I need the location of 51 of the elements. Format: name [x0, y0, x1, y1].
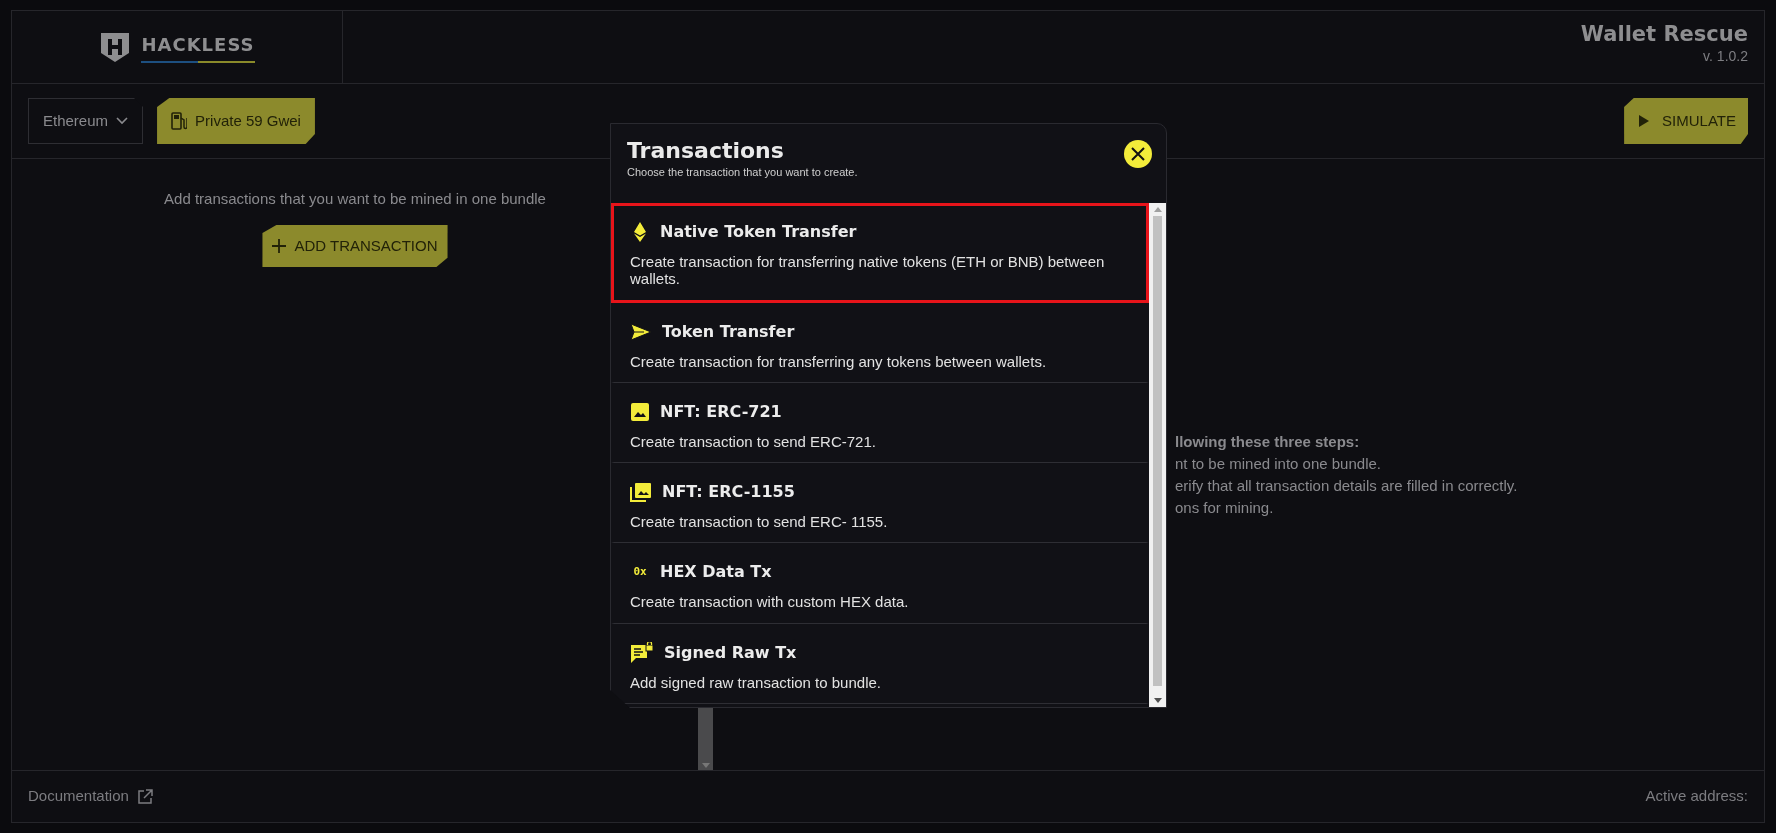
scrollbar[interactable] [1149, 203, 1166, 707]
option-description: Create transaction for transferring native tokens (ETH or BNB) between wallets. [630, 253, 1106, 288]
transaction-option[interactable]: Token Transfer Create transaction for transferring any tokens between wallets. [611, 302, 1149, 383]
option-description: Add signed raw transaction to bundle. [630, 673, 882, 691]
transaction-option[interactable]: Signed Raw Tx Add signed raw transaction to bundle. [611, 623, 1149, 704]
option-title: HEX Data Tx [660, 561, 772, 584]
play-icon [1638, 115, 1651, 127]
app-title: Wallet Rescue [1580, 23, 1748, 47]
step-text: ons for mining. [1175, 498, 1275, 518]
transaction-option[interactable]: NFT: ERC-721 Create transaction to send ERC-721. [611, 382, 1149, 463]
logo-text: HACKLESS [141, 31, 255, 63]
step-text: erify that all transaction details are filled in correctly. [1175, 476, 1519, 496]
documentation-link[interactable]: Documentation [28, 785, 153, 808]
chevron-down-icon [116, 117, 129, 125]
scroll-down-icon [701, 763, 710, 768]
note-lock-icon [630, 641, 654, 664]
scroll-up-icon [1153, 207, 1162, 212]
external-link-icon [136, 788, 153, 805]
active-address-label: Active address: [1645, 786, 1748, 807]
option-description: Create transaction to send ERC-721. [630, 432, 877, 450]
close-icon [1131, 147, 1145, 161]
simulate-button[interactable]: SIMULATE [1624, 97, 1748, 145]
option-description: Create transaction with custom HEX data. [630, 593, 910, 611]
option-description: Create transaction to send ERC- 1155. [630, 513, 889, 531]
hint-text: Add transactions that you want to be mined in one bundle [164, 189, 546, 209]
add-transaction-button[interactable]: ADD TRANSACTION [262, 224, 448, 267]
scroll-down-icon [1153, 698, 1162, 703]
dialog-subtitle: Choose the transaction that you want to create. [627, 165, 858, 181]
shield-logo-icon [99, 31, 132, 63]
transaction-option[interactable]: NFT: ERC-1155 Create transaction to send ERC- 1155. [611, 463, 1149, 544]
transaction-option[interactable]: Native Token Transfer Create transaction for transferring native tokens (ETH or BNB) between wallets. [611, 203, 1149, 303]
dialog-title: Transactions [627, 138, 785, 165]
option-title: Token Transfer [662, 320, 795, 343]
option-description: Create transaction for transferring any tokens between wallets. [630, 352, 1048, 370]
images-icon [630, 482, 652, 502]
network-dropdown[interactable]: Ethereum [28, 97, 144, 145]
steps-heading: llowing these three steps: [1175, 432, 1361, 452]
option-title: NFT: ERC-1155 [662, 481, 795, 503]
option-title: Native Token Transfer [660, 221, 857, 243]
hex-prefix-icon: 0x [630, 564, 650, 581]
scrollbar-thumb[interactable] [1153, 216, 1162, 686]
plus-icon [272, 238, 287, 253]
close-button[interactable] [1124, 140, 1152, 168]
gas-price-button[interactable]: Private 59 Gwei [157, 97, 315, 145]
version-text: v. 1.0.2 [1702, 47, 1748, 67]
image-icon [630, 401, 650, 422]
fuel-pump-icon [171, 112, 188, 130]
option-title: Signed Raw Tx [664, 641, 797, 664]
step-text: nt to be mined into one bundle. [1175, 454, 1382, 474]
send-arrow-icon [630, 322, 652, 341]
option-title: NFT: ERC-721 [660, 400, 782, 423]
